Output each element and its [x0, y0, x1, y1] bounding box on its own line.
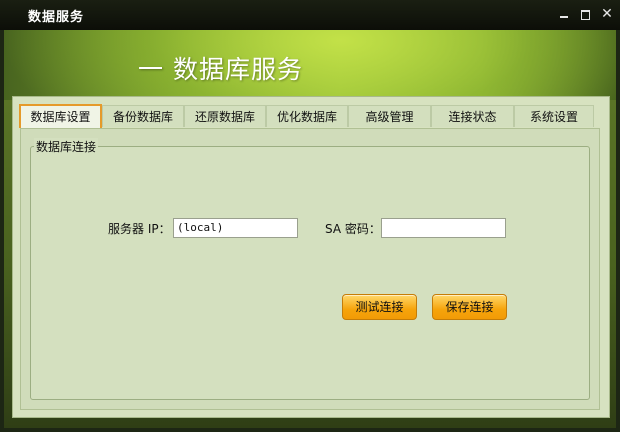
tab-database-settings[interactable]: 数据库设置 [19, 104, 102, 128]
tab-connection-status[interactable]: 连接状态 [431, 105, 514, 127]
title-bar[interactable]: 数据服务 ✕ [0, 0, 620, 30]
group-title: 数据库连接 [34, 138, 99, 155]
tab-advanced-management[interactable]: 高级管理 [348, 105, 431, 127]
database-connection-group [30, 146, 590, 400]
test-connection-button[interactable]: 测试连接 [342, 294, 417, 320]
server-ip-label: 服务器 IP： [108, 222, 171, 236]
sa-password-label: SA 密码： [325, 222, 381, 236]
window-title: 数据服务 [28, 10, 85, 25]
server-ip-field[interactable]: (local) [173, 218, 298, 238]
tab-system-settings[interactable]: 系统设置 [514, 105, 594, 127]
sa-password-field[interactable] [381, 218, 506, 238]
header-banner: 一 数据库服务 [4, 30, 616, 100]
close-icon[interactable]: ✕ [600, 7, 614, 21]
maximize-icon[interactable] [578, 7, 592, 21]
save-connection-button[interactable]: 保存连接 [432, 294, 507, 320]
minimize-icon[interactable] [557, 7, 571, 21]
banner-title: 一 数据库服务 [138, 55, 303, 84]
tab-restore-database[interactable]: 还原数据库 [184, 105, 266, 127]
app-window: 数据服务 ✕ 一 数据库服务 数据库设置 备份数据库 还原数据库 优化数据库 高… [0, 0, 620, 432]
tab-optimize-database[interactable]: 优化数据库 [266, 105, 348, 127]
tab-backup-database[interactable]: 备份数据库 [102, 105, 184, 127]
